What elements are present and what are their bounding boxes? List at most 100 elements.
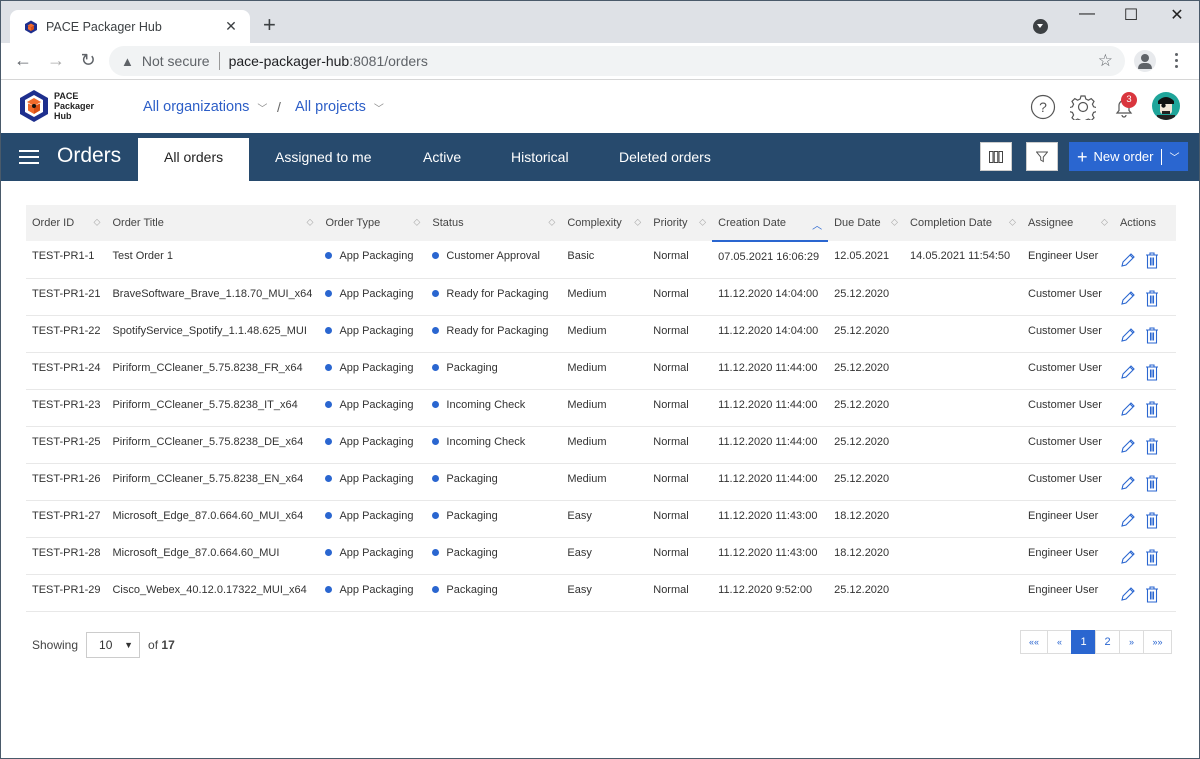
edit-pencil-icon[interactable] bbox=[1120, 401, 1136, 417]
previous-page-button[interactable]: « bbox=[1047, 630, 1072, 654]
browser-menu-icon[interactable] bbox=[1175, 53, 1179, 71]
last-page-button[interactable]: »» bbox=[1143, 630, 1172, 654]
new-order-dropdown-chevron-icon[interactable]: ﹀ bbox=[1169, 149, 1179, 164]
column-header-complexity[interactable]: Complexity ⬦ bbox=[561, 205, 647, 241]
project-selector[interactable]: All projects ﹀ bbox=[295, 99, 384, 115]
sort-icon[interactable]: ⬦ bbox=[548, 217, 555, 228]
column-header-assignee[interactable]: Assignee ⬦ bbox=[1022, 205, 1114, 241]
tab-search-icon[interactable] bbox=[1033, 19, 1048, 34]
delete-trash-icon[interactable] bbox=[1145, 363, 1159, 381]
close-window-button[interactable]: ✕ bbox=[1162, 5, 1192, 27]
close-tab-icon[interactable]: ✕ bbox=[222, 18, 240, 35]
hamburger-menu-icon[interactable] bbox=[19, 150, 39, 168]
minimize-button[interactable]: — bbox=[1072, 5, 1102, 27]
edit-pencil-icon[interactable] bbox=[1120, 252, 1136, 268]
sort-icon[interactable]: ⬦ bbox=[306, 217, 313, 228]
page-1-button[interactable]: 1 bbox=[1071, 630, 1096, 654]
tab-active[interactable]: Active bbox=[397, 138, 487, 181]
row-actions bbox=[1120, 325, 1170, 344]
sort-icon[interactable]: ⬦ bbox=[699, 217, 706, 228]
cell-text: Normal bbox=[653, 398, 689, 411]
page-2-button[interactable]: 2 bbox=[1095, 630, 1120, 654]
cell-actions bbox=[1114, 426, 1176, 463]
column-header-creation-date[interactable]: Creation Date ︿ bbox=[712, 205, 829, 242]
column-header-due-date[interactable]: Due Date ⬦ bbox=[828, 205, 904, 241]
edit-pencil-icon[interactable] bbox=[1120, 512, 1136, 528]
cell-text: 18.12.2020 bbox=[834, 509, 890, 522]
column-header-order-id[interactable]: Order ID ⬦ bbox=[26, 205, 106, 241]
column-header-status[interactable]: Status ⬦ bbox=[426, 205, 561, 241]
table-row[interactable]: TEST-PR1-29 Cisco_Webex_40.12.0.17322_MUI… bbox=[26, 574, 1176, 611]
help-icon[interactable]: ? bbox=[1030, 94, 1056, 120]
delete-trash-icon[interactable] bbox=[1145, 548, 1159, 566]
tab-assigned-to-me[interactable]: Assigned to me bbox=[249, 138, 398, 181]
page-size-select[interactable]: 10 ▼ bbox=[86, 632, 141, 658]
filter-button[interactable] bbox=[1026, 142, 1058, 171]
delete-trash-icon[interactable] bbox=[1145, 474, 1159, 492]
column-header-order-type[interactable]: Order Type ⬦ bbox=[319, 205, 426, 241]
new-order-button[interactable]: + New order ﹀ bbox=[1069, 142, 1188, 171]
cell-text: 11.12.2020 11:44:00 bbox=[718, 361, 818, 374]
edit-pencil-icon[interactable] bbox=[1120, 586, 1136, 602]
table-row[interactable]: TEST-PR1-25 Piriform_CCleaner_5.75.8238_D… bbox=[26, 426, 1176, 463]
table-row[interactable]: TEST-PR1-28 Microsoft_Edge_87.0.664.60_MU… bbox=[26, 537, 1176, 574]
address-bar[interactable]: ▲ Not secure pace-packager-hub:8081/orde… bbox=[109, 46, 1125, 76]
delete-trash-icon[interactable] bbox=[1145, 252, 1159, 269]
table-row[interactable]: TEST-PR1-23 Piriform_CCleaner_5.75.8238_I… bbox=[26, 389, 1176, 426]
edit-pencil-icon[interactable] bbox=[1120, 475, 1136, 491]
tab-historical[interactable]: Historical bbox=[485, 138, 595, 181]
sort-icon[interactable]: ⬦ bbox=[891, 217, 898, 228]
column-header-order-title[interactable]: Order Title ⬦ bbox=[106, 205, 319, 241]
edit-pencil-icon[interactable] bbox=[1120, 364, 1136, 380]
sort-icon[interactable]: ⬦ bbox=[93, 217, 100, 228]
delete-trash-icon[interactable] bbox=[1145, 289, 1159, 307]
column-header-priority[interactable]: Priority ⬦ bbox=[647, 205, 712, 241]
table-row[interactable]: TEST-PR1-26 Piriform_CCleaner_5.75.8238_E… bbox=[26, 463, 1176, 500]
reload-icon[interactable]: ↻ bbox=[76, 50, 100, 71]
cell-text: Packaging bbox=[446, 546, 498, 559]
cell-text: Customer User bbox=[1028, 435, 1102, 448]
delete-trash-icon[interactable] bbox=[1145, 400, 1159, 418]
status-dot-icon bbox=[432, 585, 440, 593]
edit-pencil-icon[interactable] bbox=[1120, 290, 1136, 306]
app-logo[interactable]: PACE Packager Hub bbox=[18, 89, 94, 123]
column-header-completion-date[interactable]: Completion Date ⬦ bbox=[904, 205, 1022, 241]
tab-deleted-orders[interactable]: Deleted orders bbox=[593, 138, 737, 181]
maximize-button[interactable]: ☐ bbox=[1116, 5, 1146, 27]
user-avatar[interactable] bbox=[1152, 92, 1180, 120]
sort-icon[interactable]: ⬦ bbox=[634, 217, 641, 228]
settings-gear-icon[interactable] bbox=[1070, 94, 1096, 120]
table-row[interactable]: TEST-PR1-21 BraveSoftware_Brave_1.18.70_M… bbox=[26, 278, 1176, 315]
tab-all-orders[interactable]: All orders bbox=[138, 138, 250, 181]
cell-text: Microsoft_Edge_87.0.664.60_MUI bbox=[112, 546, 280, 559]
edit-pencil-icon[interactable] bbox=[1120, 327, 1136, 343]
organization-selector[interactable]: All organizations ﹀ bbox=[143, 99, 267, 115]
sort-icon[interactable]: ⬦ bbox=[413, 217, 420, 228]
table-row[interactable]: TEST-PR1-1 Test Order 1 App Packaging Custo… bbox=[26, 241, 1176, 278]
browser-tab[interactable]: PACE Packager Hub ✕ bbox=[10, 10, 250, 43]
bookmark-star-icon[interactable]: ☆ bbox=[1098, 51, 1113, 71]
table-row[interactable]: TEST-PR1-27 Microsoft_Edge_87.0.664.60_MU… bbox=[26, 500, 1176, 537]
table-row[interactable]: TEST-PR1-22 SpotifyService_Spotify_1.1.48… bbox=[26, 315, 1176, 352]
next-page-button[interactable]: » bbox=[1119, 630, 1144, 654]
delete-trash-icon[interactable] bbox=[1145, 326, 1159, 344]
forward-icon[interactable]: → bbox=[44, 50, 68, 71]
sort-icon[interactable]: ⬦ bbox=[1101, 217, 1108, 228]
sort-ascending-icon[interactable]: ︿ bbox=[812, 217, 822, 232]
edit-pencil-icon[interactable] bbox=[1120, 438, 1136, 454]
first-page-button[interactable]: «« bbox=[1020, 630, 1048, 654]
delete-trash-icon[interactable] bbox=[1145, 437, 1159, 455]
cell-order-type: App Packaging bbox=[319, 278, 426, 315]
delete-trash-icon[interactable] bbox=[1145, 511, 1159, 529]
cell-text: 25.12.2020 bbox=[834, 287, 890, 300]
sort-icon[interactable]: ⬦ bbox=[1009, 217, 1016, 228]
cell-due-date: 18.12.2020 bbox=[828, 500, 904, 537]
browser-account-icon[interactable] bbox=[1134, 50, 1156, 72]
delete-trash-icon[interactable] bbox=[1145, 585, 1159, 603]
edit-pencil-icon[interactable] bbox=[1120, 549, 1136, 565]
back-icon[interactable]: ← bbox=[11, 50, 35, 71]
new-tab-button[interactable]: + bbox=[263, 14, 276, 36]
pace-logo-icon bbox=[20, 90, 48, 122]
table-row[interactable]: TEST-PR1-24 Piriform_CCleaner_5.75.8238_F… bbox=[26, 352, 1176, 389]
column-chooser-button[interactable] bbox=[980, 142, 1012, 171]
